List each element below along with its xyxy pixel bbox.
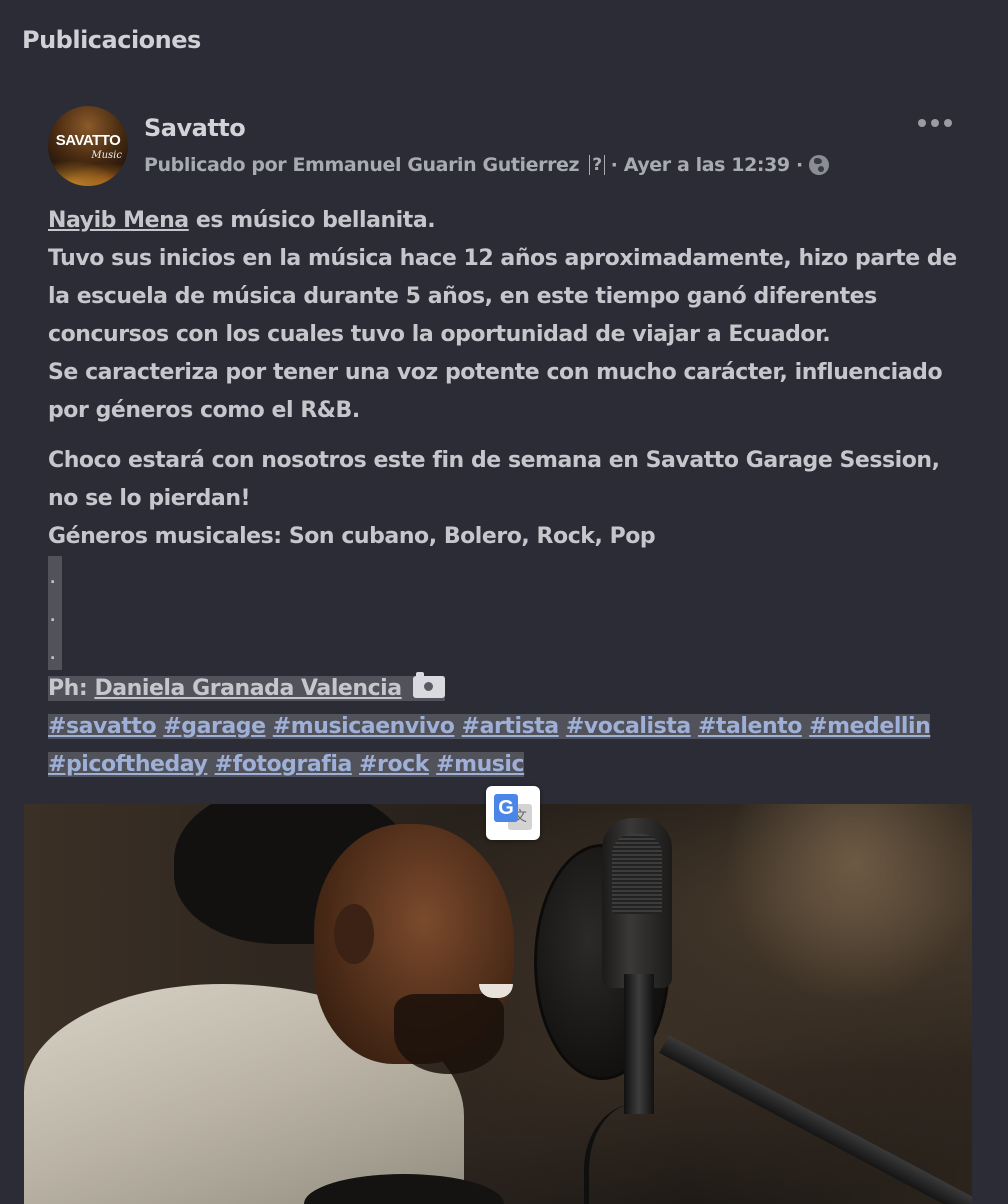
dot-line: . bbox=[48, 556, 958, 594]
post-timestamp[interactable]: · Ayer a las 12:39 · bbox=[611, 154, 804, 176]
post-genres: Géneros musicales: Son cubano, Bolero, R… bbox=[48, 524, 656, 549]
mention-link[interactable]: Nayib Mena bbox=[48, 208, 189, 233]
photo-background-light bbox=[724, 804, 972, 1004]
page-avatar[interactable]: SAVATTO Music bbox=[48, 106, 128, 186]
photo-mic-stand bbox=[624, 974, 654, 1114]
hashtag-link[interactable]: #talento bbox=[698, 714, 802, 739]
post-meta: Publicado por Emmanuel Guarin Gutierrez … bbox=[144, 154, 829, 176]
avatar-brand-sub: Music bbox=[91, 150, 122, 161]
hashtag-link[interactable]: #savatto bbox=[48, 714, 157, 739]
section-title: Publicaciones bbox=[22, 26, 201, 54]
published-by-text[interactable]: Publicado por Emmanuel Guarin Gutierrez bbox=[144, 154, 580, 176]
dot-text: . bbox=[50, 571, 55, 587]
post-line-1-rest: es músico bellanita. bbox=[188, 208, 436, 233]
hashtag-link[interactable]: #vocalista bbox=[566, 714, 691, 739]
hashtag-link[interactable]: #medellin bbox=[809, 714, 931, 739]
hashtag-link[interactable]: #fotografia bbox=[215, 752, 353, 777]
hashtag-link[interactable]: #music bbox=[436, 752, 524, 777]
photo-credit-label: Ph: bbox=[48, 676, 95, 701]
post-line-1: Nayib Mena es músico bellanita. bbox=[48, 202, 958, 240]
hashtag-link[interactable]: #picoftheday bbox=[48, 752, 208, 777]
camera-icon bbox=[412, 672, 445, 698]
photo-mic-boom bbox=[659, 1035, 972, 1204]
dot-text: . bbox=[50, 647, 55, 663]
google-translate-icon: G bbox=[494, 794, 518, 822]
hashtag-link[interactable]: #garage bbox=[163, 714, 266, 739]
more-dot bbox=[918, 119, 926, 127]
avatar-brand-text: SAVATTO bbox=[55, 132, 121, 149]
photo-cable bbox=[584, 1104, 669, 1204]
unknown-glyph-icon: ? bbox=[589, 155, 605, 175]
photographer-link[interactable]: Daniela Granada Valencia bbox=[94, 676, 402, 701]
post-line-2: Tuvo sus inicios en la música hace 12 añ… bbox=[48, 246, 957, 347]
photo-beard bbox=[394, 994, 504, 1074]
photo-mic-grille bbox=[612, 834, 662, 914]
hashtag-link[interactable]: #artista bbox=[462, 714, 559, 739]
hashtag-link[interactable]: #rock bbox=[359, 752, 429, 777]
more-options-icon[interactable] bbox=[918, 116, 958, 130]
post-text: Nayib Mena es músico bellanita. Tuvo sus… bbox=[48, 202, 958, 784]
dot-text: . bbox=[50, 609, 55, 625]
more-dot bbox=[944, 119, 952, 127]
post-paragraph-2: Choco estará con nosotros este fin de se… bbox=[48, 448, 940, 511]
post-photo[interactable] bbox=[24, 804, 972, 1204]
dot-line: . bbox=[48, 632, 958, 670]
hashtag-link[interactable]: #musicaenvivo bbox=[273, 714, 455, 739]
google-translate-button[interactable]: 文 G bbox=[486, 786, 540, 840]
dot-line: . bbox=[48, 594, 958, 632]
hashtags: #savatto #garage #musicaenvivo #artista … bbox=[48, 708, 958, 784]
globe-icon bbox=[808, 155, 829, 175]
photo-credit: Ph: Daniela Granada Valencia bbox=[48, 670, 958, 708]
more-dot bbox=[931, 119, 939, 127]
page-name-link[interactable]: Savatto bbox=[144, 114, 246, 142]
post-line-3: Se caracteriza por tener una voz potente… bbox=[48, 360, 943, 423]
photo-ear bbox=[334, 904, 374, 964]
